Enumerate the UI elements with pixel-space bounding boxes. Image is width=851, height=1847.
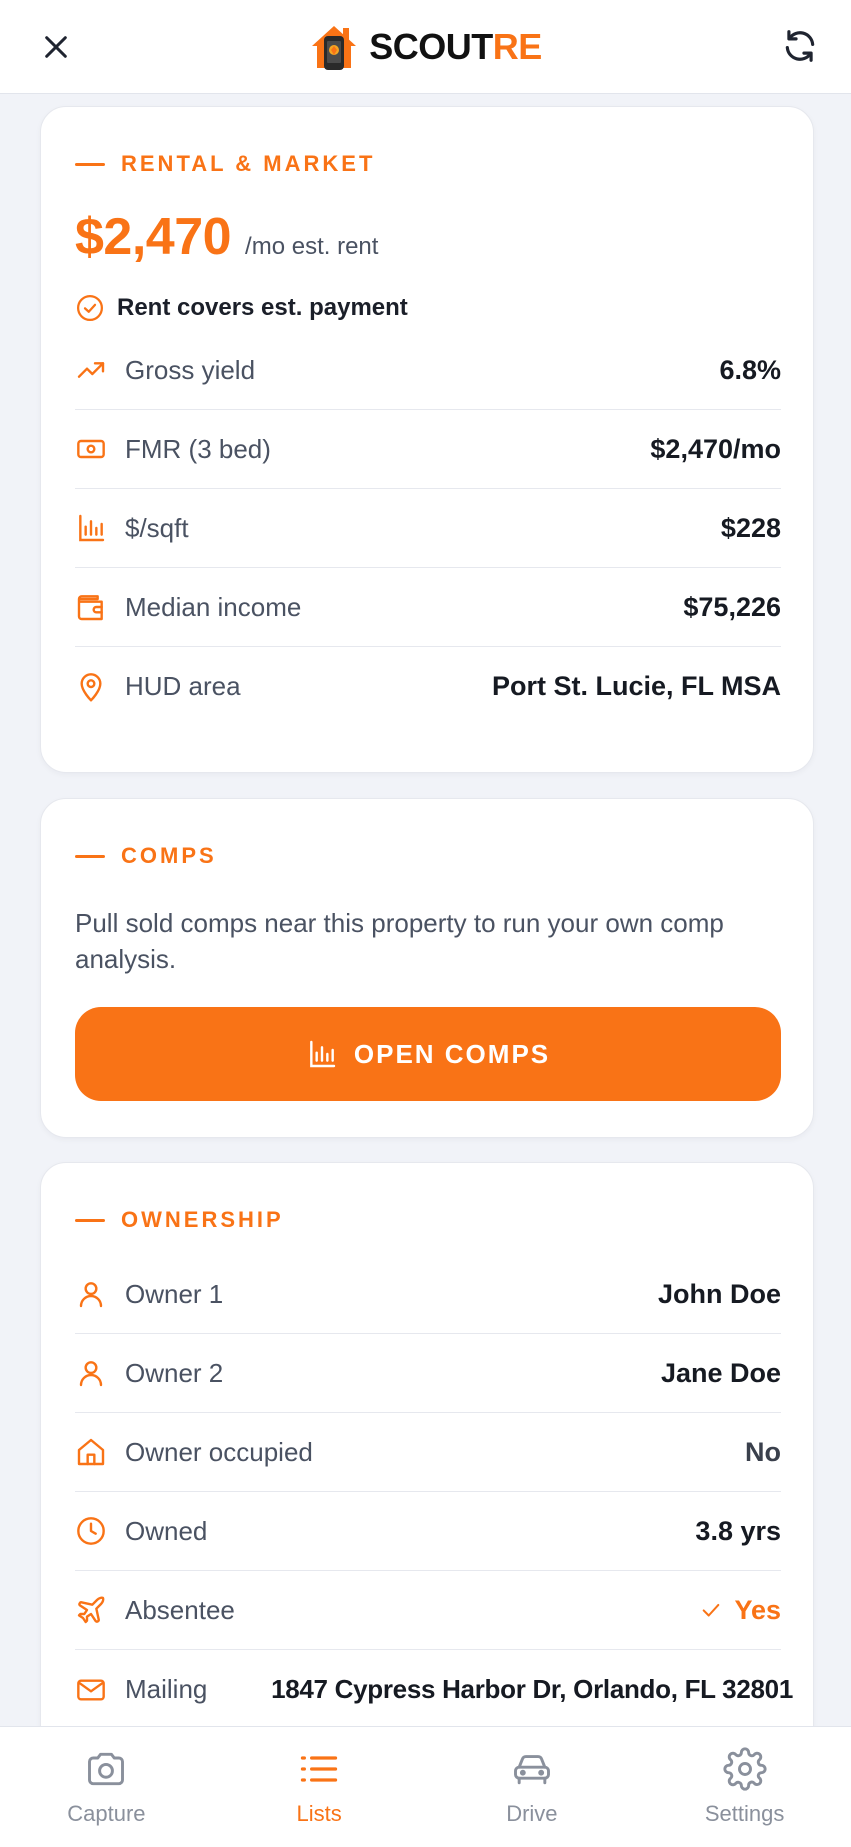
comps-description: Pull sold comps near this property to ru…: [75, 908, 724, 974]
row-label: Owner occupied: [125, 1436, 313, 1467]
user-icon: [75, 1278, 107, 1310]
open-comps-label: OPEN COMPS: [353, 1038, 551, 1069]
gear-icon: [723, 1747, 767, 1791]
app-root: SCOUTRE RENTAL & MARKET $2,470 /mo est. …: [0, 0, 851, 1847]
ownership-rows: Owner 1 John Doe Owner 2 Jane Doe Owner …: [75, 1255, 793, 1726]
user-icon: [75, 1357, 107, 1389]
rent-estimate: $2,470 /mo est. rent: [75, 207, 378, 267]
home-icon: [75, 1436, 107, 1468]
nav-lists[interactable]: Lists: [213, 1727, 426, 1847]
row-value: John Doe: [657, 1278, 781, 1309]
row-owner-occupied: Owner occupied No: [75, 1413, 781, 1492]
title-dash: [75, 162, 105, 166]
bar-chart-icon: [75, 512, 107, 544]
nav-drive[interactable]: Drive: [426, 1727, 639, 1847]
row-price-per-sqft: $/sqft $228: [75, 489, 781, 568]
row-label: Owner 2: [125, 1357, 224, 1388]
logo-text-main: SCOUT: [369, 25, 493, 67]
app-logo: SCOUTRE: [309, 22, 542, 72]
nav-label: Capture: [67, 1801, 146, 1826]
top-bar: SCOUTRE: [0, 0, 851, 94]
row-label: FMR (3 bed): [125, 433, 271, 464]
row-label: Mailing: [125, 1674, 208, 1704]
nav-label: Lists: [296, 1801, 342, 1826]
rent-covers-status: Rent covers est. payment: [75, 293, 408, 323]
logo-text-accent: RE: [492, 25, 543, 67]
row-median-income: Median income $75,226: [75, 568, 781, 647]
camera-icon: [84, 1747, 128, 1791]
rent-covers-text: Rent covers est. payment: [117, 294, 408, 321]
nav-settings[interactable]: Settings: [638, 1727, 851, 1847]
scroll-content[interactable]: RENTAL & MARKET $2,470 /mo est. rent Ren…: [0, 94, 851, 1726]
bar-chart-icon: [310, 1040, 336, 1068]
refresh-icon: [785, 30, 815, 62]
close-button[interactable]: [36, 27, 76, 67]
rental-section-title: RENTAL & MARKET: [75, 151, 375, 177]
check-circle-icon: [77, 295, 103, 321]
nav-capture[interactable]: Capture: [0, 1727, 213, 1847]
row-hud-area: HUD area Port St. Lucie, FL MSA: [75, 647, 781, 726]
ownership-title-text: OWNERSHIP: [121, 1207, 284, 1232]
row-owner-1: Owner 1 John Doe: [75, 1255, 781, 1334]
absentee-value: Yes: [700, 1595, 781, 1626]
title-dash: [75, 1218, 105, 1222]
mail-icon: [75, 1674, 107, 1706]
row-absentee: Absentee Yes: [75, 1571, 781, 1650]
rent-amount: $2,470: [75, 208, 232, 266]
row-label: Median income: [125, 591, 302, 622]
car-icon: [510, 1747, 554, 1791]
row-value: $2,470/mo: [650, 433, 781, 464]
rent-unit: /mo est. rent: [245, 233, 379, 260]
comps-section-title: COMPS: [75, 843, 217, 869]
row-value: $75,226: [683, 591, 781, 622]
rental-title-text: RENTAL & MARKET: [121, 151, 376, 176]
row-label: HUD area: [125, 671, 241, 701]
logo-house-icon: [312, 25, 357, 70]
row-value: 1847 Cypress Harbor Dr, Orlando, FL 3280…: [271, 1674, 793, 1704]
wallet-icon: [75, 591, 107, 623]
row-value: Yes: [734, 1594, 781, 1625]
row-label: $/sqft: [125, 512, 189, 543]
check-icon: [703, 1603, 720, 1617]
map-pin-icon: [75, 671, 107, 703]
row-value: Jane Doe: [660, 1357, 781, 1388]
ownership-section-title: OWNERSHIP: [75, 1207, 284, 1233]
refresh-button[interactable]: [779, 25, 821, 67]
list-icon: [297, 1747, 341, 1791]
nav-label: Drive: [506, 1801, 558, 1826]
ownership-card: OWNERSHIP Owner 1 John Doe Owner 2 Jane …: [40, 1162, 814, 1726]
row-mailing: Mailing 1847 Cypress Harbor Dr, Orlando,…: [75, 1650, 793, 1726]
row-owner-2: Owner 2 Jane Doe: [75, 1334, 781, 1413]
row-owned: Owned 3.8 yrs: [75, 1492, 781, 1571]
title-dash: [75, 854, 105, 858]
bottom-nav: Capture Lists Drive Settings: [0, 1726, 851, 1847]
rental-market-card: RENTAL & MARKET $2,470 /mo est. rent Ren…: [40, 106, 814, 773]
plane-icon: [75, 1594, 107, 1626]
row-value: No: [745, 1436, 781, 1467]
row-value: Port St. Lucie, FL MSA: [491, 671, 781, 701]
row-label: Owner 1: [125, 1278, 224, 1309]
row-gross-yield: Gross yield 6.8%: [75, 331, 781, 410]
logo-text: SCOUTRE: [369, 26, 542, 68]
banknote-icon: [75, 433, 107, 465]
clock-icon: [75, 1515, 107, 1547]
rental-rows: Gross yield 6.8% FMR (3 bed) $2,470/mo $…: [75, 331, 781, 726]
trending-up-icon: [75, 354, 107, 386]
row-value: $228: [720, 512, 781, 543]
close-icon: [45, 36, 67, 58]
open-comps-button[interactable]: OPEN COMPS: [75, 1007, 781, 1101]
comps-title-text: COMPS: [121, 843, 217, 868]
nav-label: Settings: [704, 1801, 785, 1826]
comps-card: COMPS Pull sold comps near this property…: [40, 798, 814, 1138]
row-value: 3.8 yrs: [695, 1515, 781, 1546]
row-label: Absentee: [125, 1594, 235, 1625]
row-label: Owned: [125, 1515, 208, 1546]
row-label: Gross yield: [125, 354, 256, 385]
row-fmr: FMR (3 bed) $2,470/mo: [75, 410, 781, 489]
row-value: 6.8%: [719, 354, 781, 385]
